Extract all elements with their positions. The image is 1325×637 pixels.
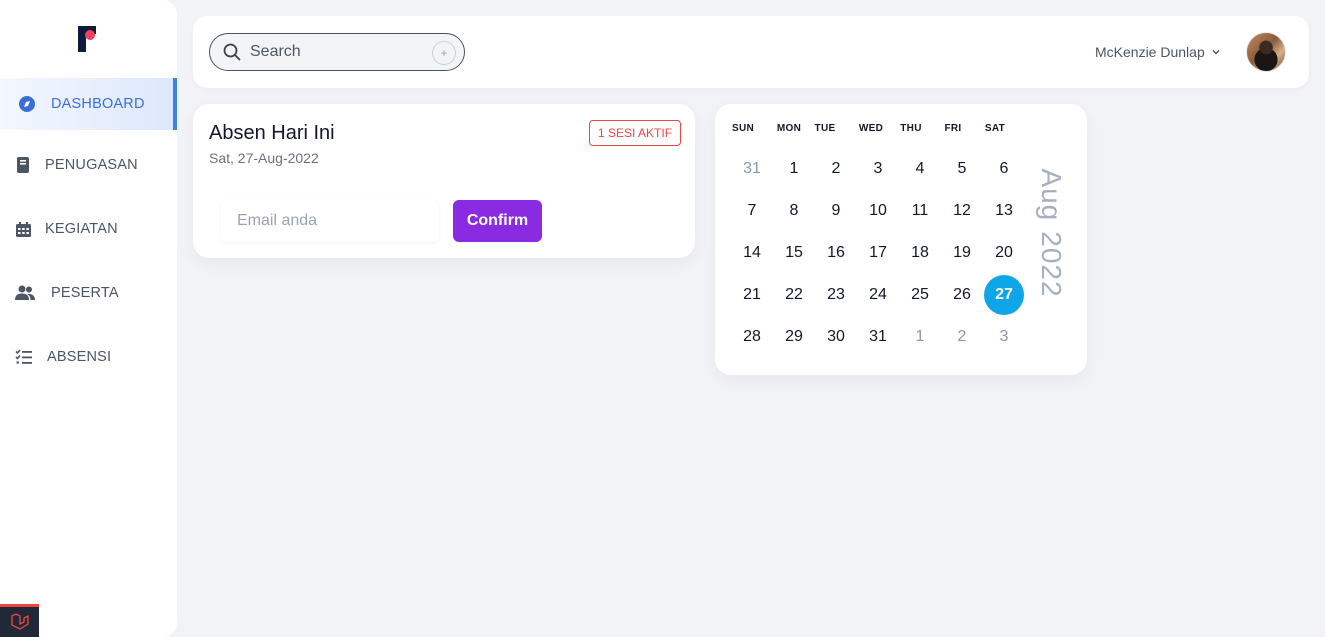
- compass-icon: [16, 93, 38, 115]
- calendar-day[interactable]: 13: [984, 191, 1024, 231]
- book-icon: [12, 154, 34, 176]
- calendar-day[interactable]: 7: [732, 191, 772, 231]
- card-date: Sat, 27-Aug-2022: [209, 150, 319, 166]
- search-input[interactable]: [250, 42, 420, 62]
- calendar-day[interactable]: 31: [732, 149, 772, 189]
- calendar-day[interactable]: 19: [942, 233, 982, 273]
- sidebar: DASHBOARD PENUGASAN KEGIATAN PESERTA ABS…: [0, 0, 177, 637]
- plus-icon[interactable]: +: [432, 41, 456, 65]
- weekday-header: WED: [858, 123, 884, 134]
- user-name: McKenzie Dunlap: [1095, 44, 1205, 60]
- calendar-card: Aug 2022 SUN MON TUE WED THU FRI SAT 31 1 2 3 4 5 6 7 8…: [715, 104, 1087, 375]
- calendar-day[interactable]: 14: [732, 233, 772, 273]
- attendance-card: Absen Hari Ini Sat, 27-Aug-2022 1 SESI A…: [193, 104, 695, 258]
- avatar[interactable]: [1246, 32, 1286, 72]
- search-icon: [223, 43, 241, 66]
- weekday-header: MON: [776, 123, 802, 134]
- calendar-day[interactable]: 2: [942, 317, 982, 357]
- calendar-day[interactable]: 10: [858, 191, 898, 231]
- user-menu[interactable]: McKenzie Dunlap: [1095, 43, 1221, 61]
- calendar-day[interactable]: 15: [774, 233, 814, 273]
- calendar-day[interactable]: 4: [900, 149, 940, 189]
- calendar-icon: [12, 218, 34, 240]
- calendar-day[interactable]: 20: [984, 233, 1024, 273]
- calendar-day[interactable]: 29: [774, 317, 814, 357]
- calendar-day[interactable]: 3: [858, 149, 898, 189]
- calendar-day[interactable]: 6: [984, 149, 1024, 189]
- calendar-day[interactable]: 5: [942, 149, 982, 189]
- sidebar-item-penugasan[interactable]: PENUGASAN: [0, 139, 177, 191]
- calendar-day[interactable]: 23: [816, 275, 856, 315]
- calendar-year: 2022: [1036, 231, 1067, 298]
- chevron-down-icon: [1211, 44, 1221, 60]
- weekday-header: SUN: [731, 123, 754, 134]
- sidebar-item-dashboard[interactable]: DASHBOARD: [0, 78, 177, 130]
- search-box: +: [209, 33, 465, 71]
- calendar-month: Aug: [1036, 168, 1067, 222]
- app-logo[interactable]: [76, 24, 100, 54]
- weekday-header: FRI: [944, 123, 962, 134]
- confirm-button[interactable]: Confirm: [453, 200, 542, 242]
- topbar: + McKenzie Dunlap: [193, 16, 1309, 88]
- sidebar-item-absensi[interactable]: ABSENSI: [0, 331, 177, 383]
- calendar-day[interactable]: 22: [774, 275, 814, 315]
- sidebar-item-label: PESERTA: [51, 285, 119, 301]
- calendar-day[interactable]: 12: [942, 191, 982, 231]
- laravel-icon: [10, 613, 29, 630]
- weekday-header: TUE: [814, 123, 836, 134]
- users-icon: [14, 282, 36, 304]
- sidebar-item-label: DASHBOARD: [51, 96, 145, 112]
- weekday-header: SAT: [984, 123, 1006, 134]
- sidebar-item-label: PENUGASAN: [45, 157, 138, 173]
- sidebar-item-label: KEGIATAN: [45, 221, 118, 237]
- calendar-day[interactable]: 17: [858, 233, 898, 273]
- calendar-day[interactable]: 8: [774, 191, 814, 231]
- calendar-day[interactable]: 30: [816, 317, 856, 357]
- calendar-day-selected[interactable]: 27: [984, 275, 1024, 315]
- sidebar-item-label: ABSENSI: [47, 349, 112, 365]
- calendar-day[interactable]: 24: [858, 275, 898, 315]
- card-title: Absen Hari Ini: [209, 122, 335, 144]
- calendar-day[interactable]: 31: [858, 317, 898, 357]
- sidebar-item-peserta[interactable]: PESERTA: [0, 267, 177, 319]
- calendar-day[interactable]: 1: [774, 149, 814, 189]
- calendar-day[interactable]: 1: [900, 317, 940, 357]
- calendar-day[interactable]: 21: [732, 275, 772, 315]
- checklist-icon: [13, 346, 35, 368]
- calendar-day[interactable]: 9: [816, 191, 856, 231]
- status-badge: 1 SESI AKTIF: [589, 120, 682, 146]
- calendar-day[interactable]: 3: [984, 317, 1024, 357]
- calendar-day[interactable]: 2: [816, 149, 856, 189]
- calendar-month-year: Aug 2022: [1036, 168, 1067, 297]
- calendar-day[interactable]: 11: [900, 191, 940, 231]
- sidebar-item-kegiatan[interactable]: KEGIATAN: [0, 203, 177, 255]
- calendar-day[interactable]: 16: [816, 233, 856, 273]
- email-field[interactable]: [221, 200, 439, 242]
- laravel-debug-badge[interactable]: [0, 604, 39, 637]
- weekday-header: THU: [900, 123, 922, 134]
- calendar-day[interactable]: 26: [942, 275, 982, 315]
- calendar-day[interactable]: 18: [900, 233, 940, 273]
- calendar-day[interactable]: 28: [732, 317, 772, 357]
- calendar-day[interactable]: 25: [900, 275, 940, 315]
